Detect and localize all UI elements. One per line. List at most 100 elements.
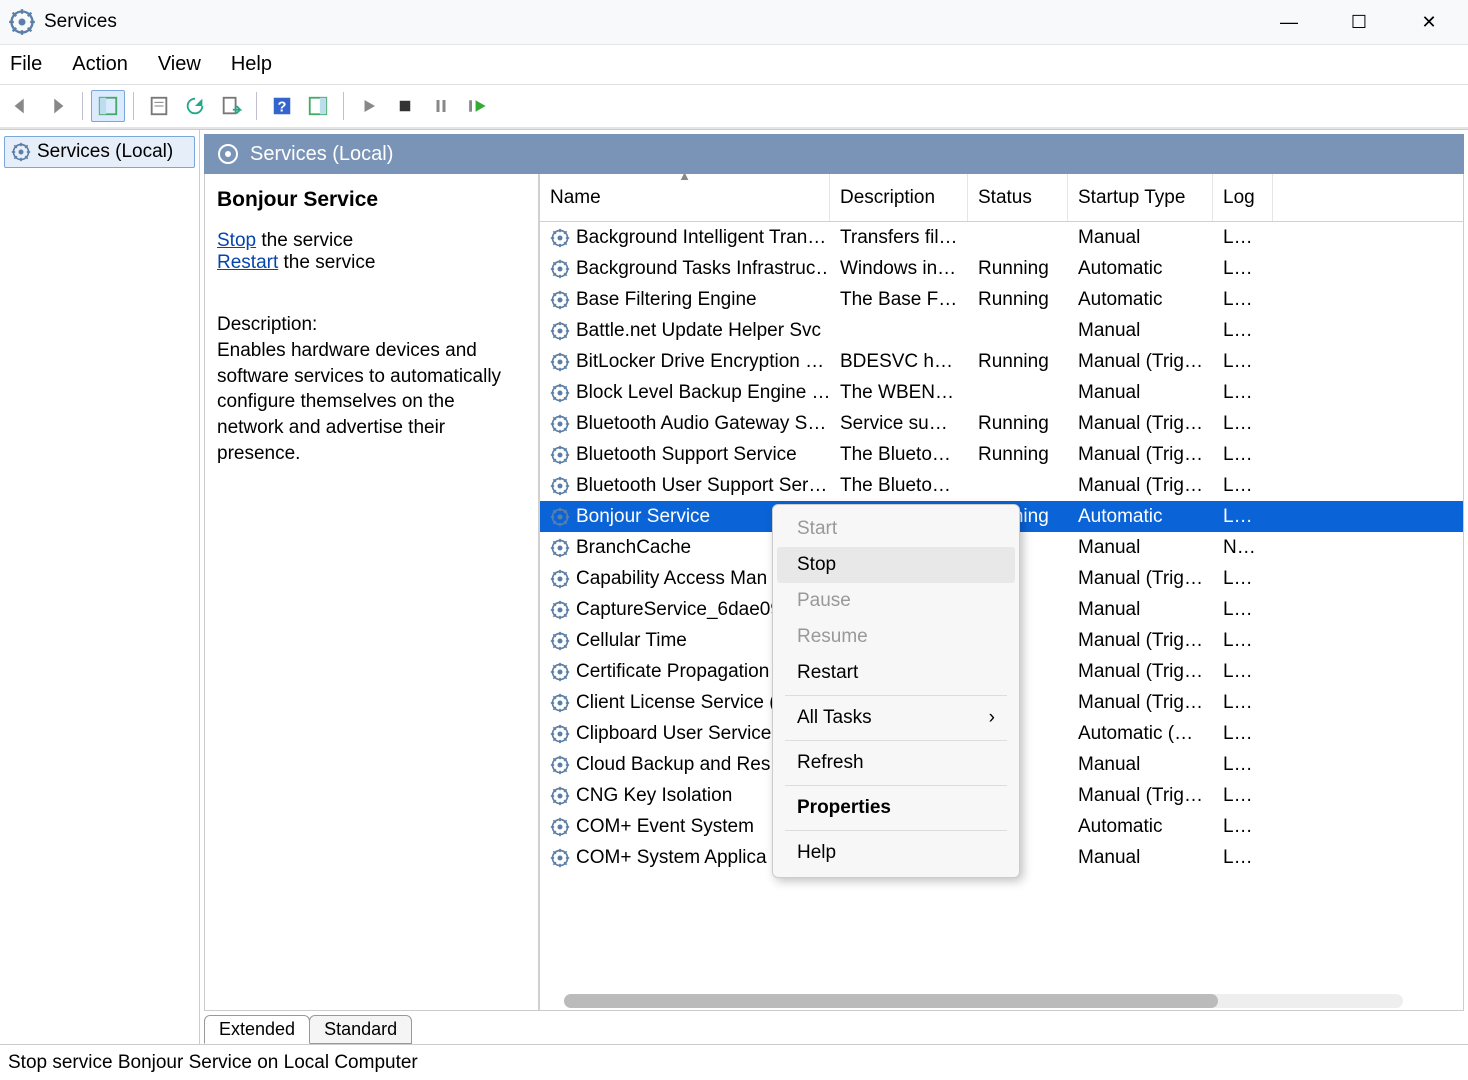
- service-row[interactable]: Bluetooth Audio Gateway S…Service sup…Ru…: [540, 408, 1463, 439]
- column-header-startup-type[interactable]: Startup Type: [1068, 174, 1213, 221]
- column-header-log-on-as[interactable]: Log: [1213, 174, 1273, 221]
- pause-service-button[interactable]: [424, 90, 458, 122]
- context-menu-item-refresh[interactable]: Refresh: [777, 745, 1015, 781]
- service-startup-type: Manual (Trig…: [1068, 661, 1213, 683]
- service-log-on-as: Loca: [1213, 568, 1273, 590]
- description-text: Enables hardware devices and software se…: [217, 338, 526, 466]
- tab-extended[interactable]: Extended: [204, 1015, 310, 1044]
- service-status: Running: [968, 413, 1068, 435]
- detail-title: Bonjour Service: [217, 188, 526, 212]
- column-header-status[interactable]: Status: [968, 174, 1068, 221]
- service-log-on-as: Loca: [1213, 661, 1273, 683]
- tree-item-services-local[interactable]: Services (Local): [4, 136, 195, 168]
- context-menu-item-restart[interactable]: Restart: [777, 655, 1015, 691]
- restart-service-button[interactable]: [460, 90, 494, 122]
- titlebar: Services — ☐ ✕: [0, 0, 1468, 45]
- toolbar: ?: [0, 85, 1468, 129]
- close-button[interactable]: ✕: [1406, 7, 1452, 37]
- gear-icon: [550, 507, 570, 527]
- gear-icon: [550, 538, 570, 558]
- maximize-button[interactable]: ☐: [1336, 7, 1382, 37]
- start-service-button[interactable]: [352, 90, 386, 122]
- gear-icon: [550, 817, 570, 837]
- gear-icon: [550, 662, 570, 682]
- menu-view[interactable]: View: [158, 53, 201, 76]
- service-name: Bonjour Service: [576, 506, 710, 528]
- show-hide-action-pane-button[interactable]: [301, 90, 335, 122]
- service-log-on-as: Loca: [1213, 785, 1273, 807]
- tab-standard[interactable]: Standard: [309, 1015, 412, 1044]
- service-log-on-as: Loca: [1213, 320, 1273, 342]
- menu-help[interactable]: Help: [231, 53, 272, 76]
- service-name: Background Tasks Infrastruc…: [576, 258, 830, 280]
- chevron-right-icon: ›: [989, 707, 995, 729]
- column-header-row: Name▲ Description Status Startup Type Lo…: [540, 174, 1463, 222]
- service-log-on-as: Loca: [1213, 816, 1273, 838]
- service-name: CNG Key Isolation: [576, 785, 732, 807]
- service-name: COM+ Event System: [576, 816, 754, 838]
- show-hide-console-tree-button[interactable]: [91, 90, 125, 122]
- service-row[interactable]: Bluetooth Support ServiceThe Bluetoo…Run…: [540, 439, 1463, 470]
- forward-button[interactable]: [40, 90, 74, 122]
- service-log-on-as: Loca: [1213, 599, 1273, 621]
- gear-icon: [550, 693, 570, 713]
- service-startup-type: Automatic (…: [1068, 723, 1213, 745]
- column-header-name[interactable]: Name▲: [540, 174, 830, 221]
- service-log-on-as: Loca: [1213, 630, 1273, 652]
- menu-action[interactable]: Action: [72, 53, 128, 76]
- view-tabs: Extended Standard: [204, 1010, 1464, 1044]
- service-startup-type: Manual (Trig…: [1068, 413, 1213, 435]
- service-startup-type: Manual (Trig…: [1068, 785, 1213, 807]
- context-menu-item-properties[interactable]: Properties: [777, 790, 1015, 826]
- service-description: The Base Fil…: [830, 289, 968, 311]
- restart-service-link[interactable]: Restart: [217, 252, 278, 273]
- service-status: Running: [968, 289, 1068, 311]
- gear-icon: [550, 476, 570, 496]
- context-menu-item-help[interactable]: Help: [777, 835, 1015, 871]
- service-description: Windows in…: [830, 258, 968, 280]
- statusbar: Stop service Bonjour Service on Local Co…: [0, 1044, 1468, 1080]
- help-button[interactable]: ?: [265, 90, 299, 122]
- minimize-button[interactable]: —: [1266, 7, 1312, 37]
- properties-button[interactable]: [142, 90, 176, 122]
- context-menu-separator: [785, 695, 1007, 696]
- service-name: Background Intelligent Tran…: [576, 227, 826, 249]
- service-log-on-as: Loca: [1213, 444, 1273, 466]
- context-menu-separator: [785, 785, 1007, 786]
- context-menu-separator: [785, 830, 1007, 831]
- service-row[interactable]: Bluetooth User Support Ser…The Bluetoo…M…: [540, 470, 1463, 501]
- service-log-on-as: Loca: [1213, 847, 1273, 869]
- export-list-button[interactable]: [214, 90, 248, 122]
- menu-file[interactable]: File: [10, 53, 42, 76]
- service-status: Running: [968, 351, 1068, 373]
- stop-service-link[interactable]: Stop: [217, 230, 256, 251]
- column-header-description[interactable]: Description: [830, 174, 968, 221]
- gear-icon: [550, 321, 570, 341]
- gear-icon: [550, 352, 570, 372]
- service-row[interactable]: Base Filtering EngineThe Base Fil…Runnin…: [540, 284, 1463, 315]
- service-row[interactable]: Background Intelligent Tran…Transfers fi…: [540, 222, 1463, 253]
- service-startup-type: Manual: [1068, 537, 1213, 559]
- gear-icon: [550, 600, 570, 620]
- service-log-on-as: Netw: [1213, 537, 1273, 559]
- service-startup-type: Automatic: [1068, 816, 1213, 838]
- service-row[interactable]: BitLocker Drive Encryption …BDESVC hos…R…: [540, 346, 1463, 377]
- service-log-on-as: Loca: [1213, 754, 1273, 776]
- restart-service-line: Restart the service: [217, 252, 526, 274]
- context-menu-item-stop[interactable]: Stop: [777, 547, 1015, 583]
- back-button[interactable]: [4, 90, 38, 122]
- stop-service-button[interactable]: [388, 90, 422, 122]
- refresh-button[interactable]: [178, 90, 212, 122]
- service-name: CaptureService_6dae09: [576, 599, 781, 621]
- svg-text:?: ?: [278, 100, 287, 116]
- services-icon: [8, 8, 36, 36]
- context-menu-item-all-tasks[interactable]: All Tasks›: [777, 700, 1015, 736]
- service-row[interactable]: Background Tasks Infrastruc…Windows in…R…: [540, 253, 1463, 284]
- service-row[interactable]: Block Level Backup Engine …The WBENG…Man…: [540, 377, 1463, 408]
- service-name: Cloud Backup and Res: [576, 754, 770, 776]
- horizontal-scrollbar[interactable]: [564, 994, 1403, 1008]
- scrollbar-thumb[interactable]: [564, 994, 1218, 1008]
- service-row[interactable]: Battle.net Update Helper SvcManualLoca: [540, 315, 1463, 346]
- gear-icon: [550, 848, 570, 868]
- service-startup-type: Manual: [1068, 320, 1213, 342]
